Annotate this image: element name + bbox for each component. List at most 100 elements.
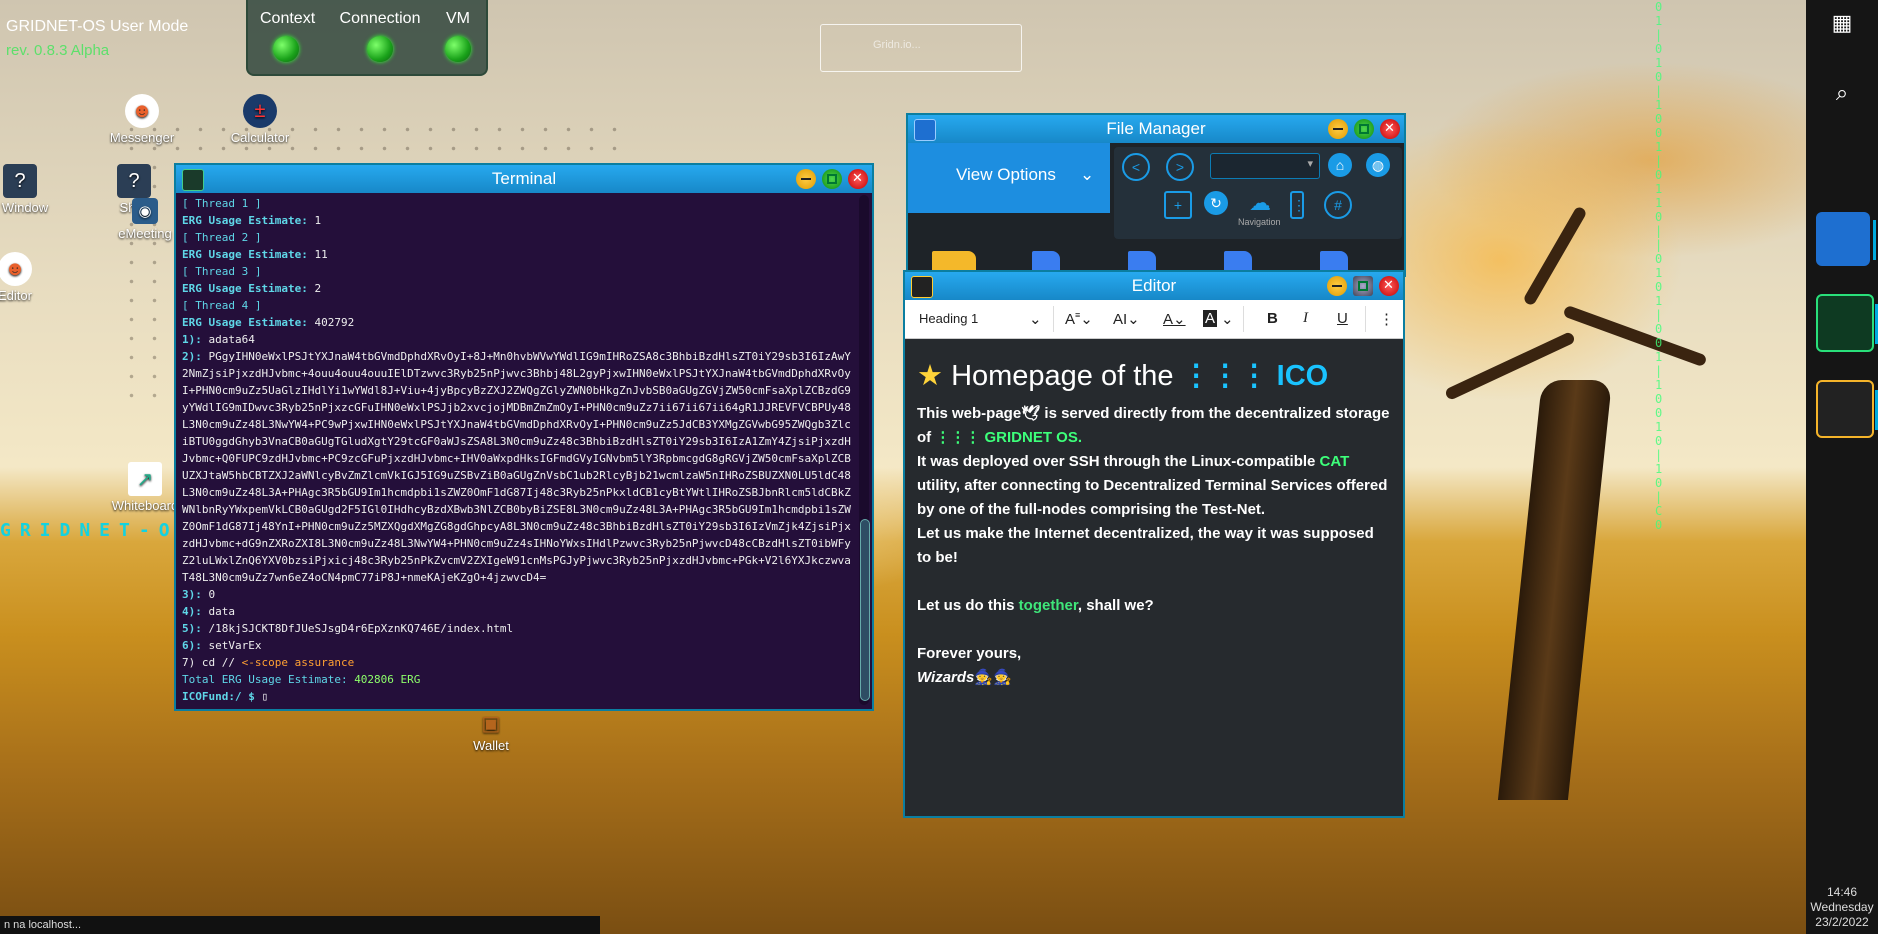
heading-text: Homepage of the	[951, 360, 1182, 392]
underline-button[interactable]: U	[1337, 310, 1348, 327]
p4-text-b: , shall we?	[1077, 597, 1154, 614]
cursor-icon: ▯	[261, 690, 269, 703]
p1-text-a: This web-page	[917, 405, 1022, 422]
close-button[interactable]	[848, 169, 868, 189]
highlight-color-icon[interactable]: A	[1203, 310, 1218, 327]
bold-button[interactable]: B	[1267, 310, 1278, 327]
view-options-button[interactable]: View Options ⌄	[908, 143, 1110, 213]
refresh-icon[interactable]: ↻	[1204, 191, 1228, 215]
terminal-line: [ Thread 2 ]	[182, 231, 262, 244]
dove-icon: 🕊	[1021, 405, 1041, 422]
toolbar-divider	[1243, 306, 1244, 332]
editor-content[interactable]: ★ Homepage of the ⋮⋮⋮ ICO This web-page🕊…	[917, 358, 1391, 808]
chevron-down-icon: ⌄	[1080, 165, 1095, 184]
editor-window[interactable]: Editor Heading 1 ⌄ A≡⌄ AI⌄ A⌄ A ⌄ B I U …	[903, 270, 1405, 818]
desktop-icon-wallet[interactable]: ▣ Wallet	[456, 710, 526, 754]
path-select[interactable]	[1210, 153, 1320, 179]
system-revision: rev. 0.8.3 Alpha	[6, 42, 110, 59]
maximize-button[interactable]	[1354, 119, 1374, 139]
restore-button[interactable]	[1353, 276, 1373, 296]
status-context[interactable]: Context	[260, 10, 315, 62]
more-options-icon[interactable]: ⋮	[1379, 310, 1394, 328]
divider-icon: ⋮	[1290, 191, 1306, 219]
taskbar-file-manager[interactable]	[1816, 212, 1876, 266]
maximize-button[interactable]	[822, 169, 842, 189]
taskbar-clock[interactable]: 14:46 Wednesday 23/2/2022	[1806, 885, 1878, 930]
editor-icon: ☻	[0, 252, 32, 286]
terminal-key: ERG Usage Estimate:	[182, 248, 308, 261]
close-button[interactable]	[1379, 276, 1399, 296]
paragraph-5: Forever yours,	[917, 645, 1022, 662]
apps-grid-icon[interactable]: ▦	[1806, 10, 1878, 36]
upload-cloud-icon[interactable]: ☁	[1248, 191, 1272, 215]
toolbar-divider	[1365, 306, 1366, 332]
clock-time: 14:46	[1826, 885, 1858, 899]
file-manager-titlebar[interactable]: File Manager	[908, 115, 1404, 143]
ghost-frame-text: Gridn.io...	[873, 39, 921, 51]
italic-button[interactable]: I	[1303, 310, 1308, 327]
terminal-line: [ Thread 3 ]	[182, 265, 262, 278]
minimize-button[interactable]	[796, 169, 816, 189]
editor-heading: ★ Homepage of the ⋮⋮⋮ ICO	[917, 358, 1391, 394]
desktop-icon-label: Editor	[0, 288, 32, 303]
forward-button[interactable]: >	[1166, 153, 1194, 181]
block-format-select[interactable]: Heading 1	[919, 311, 978, 326]
star-icon: ★	[917, 360, 943, 392]
terminal-window[interactable]: Terminal [ Thread 1 ] ERG Usage Estimate:…	[174, 163, 874, 711]
desktop-icon-calculator[interactable]: ± Calculator	[222, 94, 298, 145]
p1-gridnet: ⋮⋮⋮ GRIDNET OS.	[935, 429, 1083, 446]
home-icon[interactable]: ⌂	[1328, 153, 1352, 177]
desktop-icon-window[interactable]: ? v Window	[0, 164, 58, 215]
font-family-icon[interactable]: A≡⌄	[1065, 310, 1093, 328]
minimize-button[interactable]	[1328, 119, 1348, 139]
desktop-icon-label: Calculator	[230, 130, 290, 145]
taskbar-terminal[interactable]	[1816, 294, 1878, 352]
terminal-value: 2	[307, 282, 322, 295]
font-size-icon[interactable]: AI⌄	[1113, 310, 1140, 328]
terminal-titlebar[interactable]: Terminal	[176, 165, 872, 193]
chevron-down-icon[interactable]: ⌄	[1029, 310, 1042, 328]
wallpaper-tree-branch	[1522, 205, 1588, 307]
desktop-icon-editor[interactable]: ☻ Editor	[0, 252, 50, 303]
terminal-output[interactable]: [ Thread 1 ] ERG Usage Estimate: 1 [ Threa…	[182, 195, 854, 705]
new-file-icon[interactable]: +	[1164, 191, 1192, 219]
terminal-total-value: 402806 ERG	[354, 673, 421, 686]
globe-icon[interactable]: ◍	[1366, 153, 1390, 177]
chevron-down-icon[interactable]: ⌄	[1221, 310, 1234, 328]
back-button[interactable]: <	[1122, 153, 1150, 181]
navigation-panel: < > ⌂ ◍ + ↻ ☁ ⋮ # Navigation	[1114, 147, 1402, 239]
file-manager-window[interactable]: File Manager View Options ⌄ < > ⌂ ◍ + ↻ …	[906, 113, 1406, 277]
desktop-icon-emeeting[interactable]: ◉ eMeeting	[110, 198, 180, 241]
desktop-icon-label: v Window	[0, 200, 49, 215]
desktop-icon-label: Messenger	[109, 130, 175, 145]
desktop-icon-messenger[interactable]: ☻ Messenger	[104, 94, 180, 145]
terminal-scrollbar[interactable]	[859, 195, 870, 705]
terminal-value: data	[201, 605, 235, 618]
calculator-icon: ±	[243, 94, 277, 128]
navigation-label: Navigation	[1238, 217, 1281, 227]
search-icon[interactable]: ⌕	[1806, 80, 1878, 106]
terminal-key: 1):	[182, 333, 202, 346]
close-button[interactable]	[1380, 119, 1400, 139]
paragraph-6: Wizards🧙🧙	[917, 666, 1391, 690]
status-light-icon	[445, 36, 471, 62]
window-icon: ?	[3, 164, 37, 198]
terminal-key: 6):	[182, 639, 202, 652]
paragraph-4: Let us do this together, shall we?	[917, 594, 1391, 618]
network-icon[interactable]: #	[1324, 191, 1352, 219]
minimize-button[interactable]	[1327, 276, 1347, 296]
terminal-value: 1	[307, 214, 322, 227]
status-vm[interactable]: VM	[440, 10, 476, 62]
browser-statusbar: n na localhost...	[0, 916, 600, 934]
taskbar-editor[interactable]	[1816, 380, 1878, 438]
terminal-key: ERG Usage Estimate:	[182, 214, 308, 227]
editor-titlebar[interactable]: Editor	[905, 272, 1403, 300]
text-color-icon[interactable]: A⌄	[1163, 310, 1186, 328]
scrollbar-thumb[interactable]	[860, 519, 870, 701]
ghost-frame: Gridn.io...	[820, 24, 1022, 72]
terminal-key: 2):	[182, 350, 202, 363]
status-connection[interactable]: Connection	[338, 10, 422, 62]
terminal-prompt[interactable]: ICOFund:/ $ ▯	[182, 688, 854, 705]
